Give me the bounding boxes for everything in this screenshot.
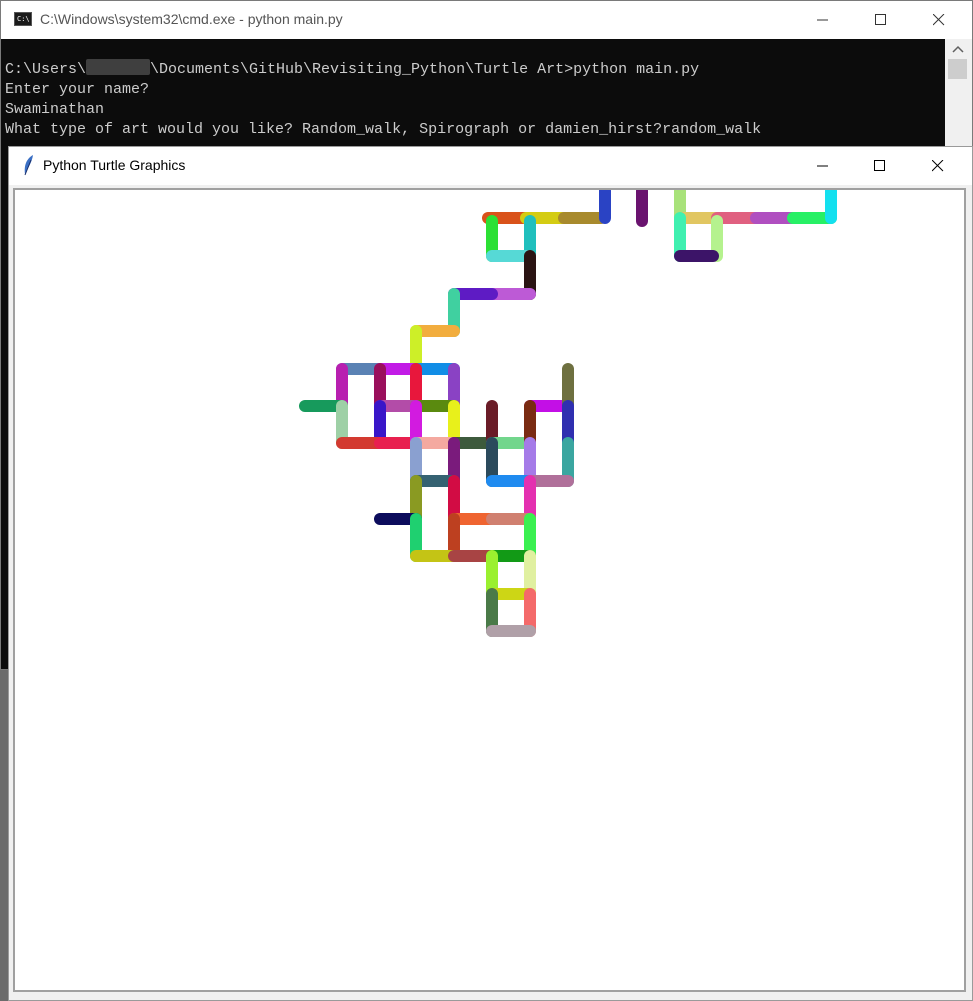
- turtle-window-title: Python Turtle Graphics: [43, 157, 186, 173]
- close-icon: [933, 14, 945, 26]
- cmd-maximize-button[interactable]: [852, 1, 910, 39]
- close-icon: [932, 160, 944, 172]
- turtle-maximize-button[interactable]: [851, 147, 909, 185]
- maximize-icon: [874, 160, 885, 171]
- cmd-titlebar[interactable]: C:\ C:\Windows\system32\cmd.exe - python…: [1, 1, 972, 39]
- console-line-1: C:\Users\ \Documents\GitHub\Revisiting_Py…: [5, 59, 700, 78]
- turtle-canvas-frame[interactable]: [13, 188, 966, 992]
- console-line-4: What type of art would you like? Random_…: [5, 121, 762, 138]
- cmd-icon: C:\: [14, 12, 32, 26]
- cmd-close-button[interactable]: [910, 1, 968, 39]
- maximize-icon: [875, 14, 886, 25]
- turtle-titlebar[interactable]: Python Turtle Graphics: [9, 147, 972, 185]
- minimize-icon: [817, 165, 828, 167]
- scroll-up-arrow-icon[interactable]: [952, 45, 964, 53]
- cmd-minimize-button[interactable]: [794, 1, 852, 39]
- redacted-username: [86, 59, 151, 75]
- cmd-window-title: C:\Windows\system32\cmd.exe - python mai…: [40, 11, 343, 27]
- turtle-canvas[interactable]: [15, 190, 964, 990]
- console-line-2: Enter your name?: [5, 81, 150, 98]
- turtle-close-button[interactable]: [909, 147, 967, 185]
- cmd-scroll-thumb[interactable]: [948, 59, 967, 79]
- feather-icon: [24, 155, 33, 176]
- minimize-icon: [817, 19, 828, 21]
- turtle-window: Python Turtle Graphics: [8, 146, 973, 1001]
- console-output[interactable]: C:\Users\ \Documents\GitHub\Revisiting_Py…: [5, 59, 945, 140]
- turtle-minimize-button[interactable]: [794, 147, 852, 185]
- console-line-3: Swaminathan: [5, 101, 105, 118]
